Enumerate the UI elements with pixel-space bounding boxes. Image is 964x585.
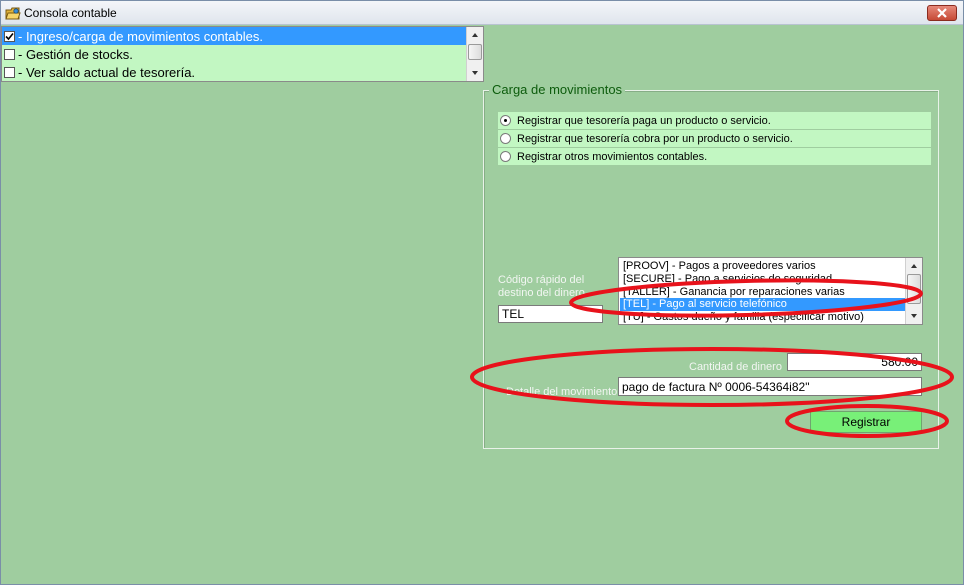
option-label: Registrar que tesorería cobra por un pro… xyxy=(517,132,793,145)
check-item-stocks[interactable]: - Gestión de stocks. xyxy=(2,45,467,63)
app-window: Consola contable - Ingreso/carga de movi… xyxy=(0,0,964,585)
radio-unselected[interactable] xyxy=(500,133,511,144)
option-paga[interactable]: Registrar que tesorería paga un producto… xyxy=(498,112,931,129)
destino-listbox[interactable]: [PROOV] - Pagos a proveedores varios [SE… xyxy=(618,257,923,325)
checkbox-checked[interactable] xyxy=(4,30,15,42)
task-checklist[interactable]: - Ingreso/carga de movimientos contables… xyxy=(1,26,484,82)
radio-selected[interactable] xyxy=(500,115,511,126)
list-item[interactable]: [PROOV] - Pagos a proveedores varios xyxy=(620,260,906,273)
check-item-ingreso[interactable]: - Ingreso/carga de movimientos contables… xyxy=(2,27,467,45)
scroll-up-icon[interactable] xyxy=(470,31,480,39)
detalle-input[interactable]: pago de factura Nº 0006-54364i82" xyxy=(618,377,922,396)
list-item[interactable]: [TU] - Gastos dueño y familia (especific… xyxy=(620,311,906,324)
detalle-label: Detalle del movimiento xyxy=(506,386,618,398)
scroll-thumb[interactable] xyxy=(468,44,482,60)
window-title: Consola contable xyxy=(24,6,117,20)
scroll-up-icon[interactable] xyxy=(909,262,919,270)
app-folder-icon xyxy=(5,5,21,21)
list-item[interactable]: [SECURE] - Pago a servicios de seguridad xyxy=(620,273,906,286)
option-label: Registrar que tesorería paga un producto… xyxy=(517,114,771,127)
option-cobra[interactable]: Registrar que tesorería cobra por un pro… xyxy=(498,130,931,147)
close-button[interactable] xyxy=(927,5,957,21)
codigo-label-line1: Código rápido del xyxy=(498,274,585,286)
check-item-saldo[interactable]: - Ver saldo actual de tesorería. xyxy=(2,63,467,81)
cantidad-input[interactable]: 580.00 xyxy=(787,353,922,371)
registrar-button[interactable]: Registrar xyxy=(810,411,922,433)
radio-unselected[interactable] xyxy=(500,151,511,162)
check-item-label: - Ingreso/carga de movimientos contables… xyxy=(18,28,263,44)
checkbox-unchecked[interactable] xyxy=(4,66,15,78)
group-title: Carga de movimientos xyxy=(489,82,626,97)
codigo-label-line2: destino del dinero xyxy=(498,287,585,299)
scroll-down-icon[interactable] xyxy=(909,312,919,320)
check-item-label: - Gestión de stocks. xyxy=(18,46,133,62)
option-otros[interactable]: Registrar otros movimientos contables. xyxy=(498,148,931,165)
destino-scrollbar[interactable] xyxy=(905,258,922,324)
check-item-label: - Ver saldo actual de tesorería. xyxy=(18,64,196,80)
scroll-thumb[interactable] xyxy=(907,274,921,304)
title-bar[interactable]: Consola contable xyxy=(1,1,963,25)
cantidad-label: Cantidad de dinero xyxy=(689,361,782,373)
client-area: - Ingreso/carga de movimientos contables… xyxy=(1,26,963,584)
scroll-down-icon[interactable] xyxy=(470,69,480,77)
list-item-selected[interactable]: [TEL] - Pago al servicio telefónico xyxy=(620,298,906,311)
option-label: Registrar otros movimientos contables. xyxy=(517,150,708,163)
checklist-scrollbar[interactable] xyxy=(466,27,483,81)
codigo-input[interactable]: TEL xyxy=(498,305,603,323)
checkbox-unchecked[interactable] xyxy=(4,48,15,60)
close-icon xyxy=(937,8,947,18)
